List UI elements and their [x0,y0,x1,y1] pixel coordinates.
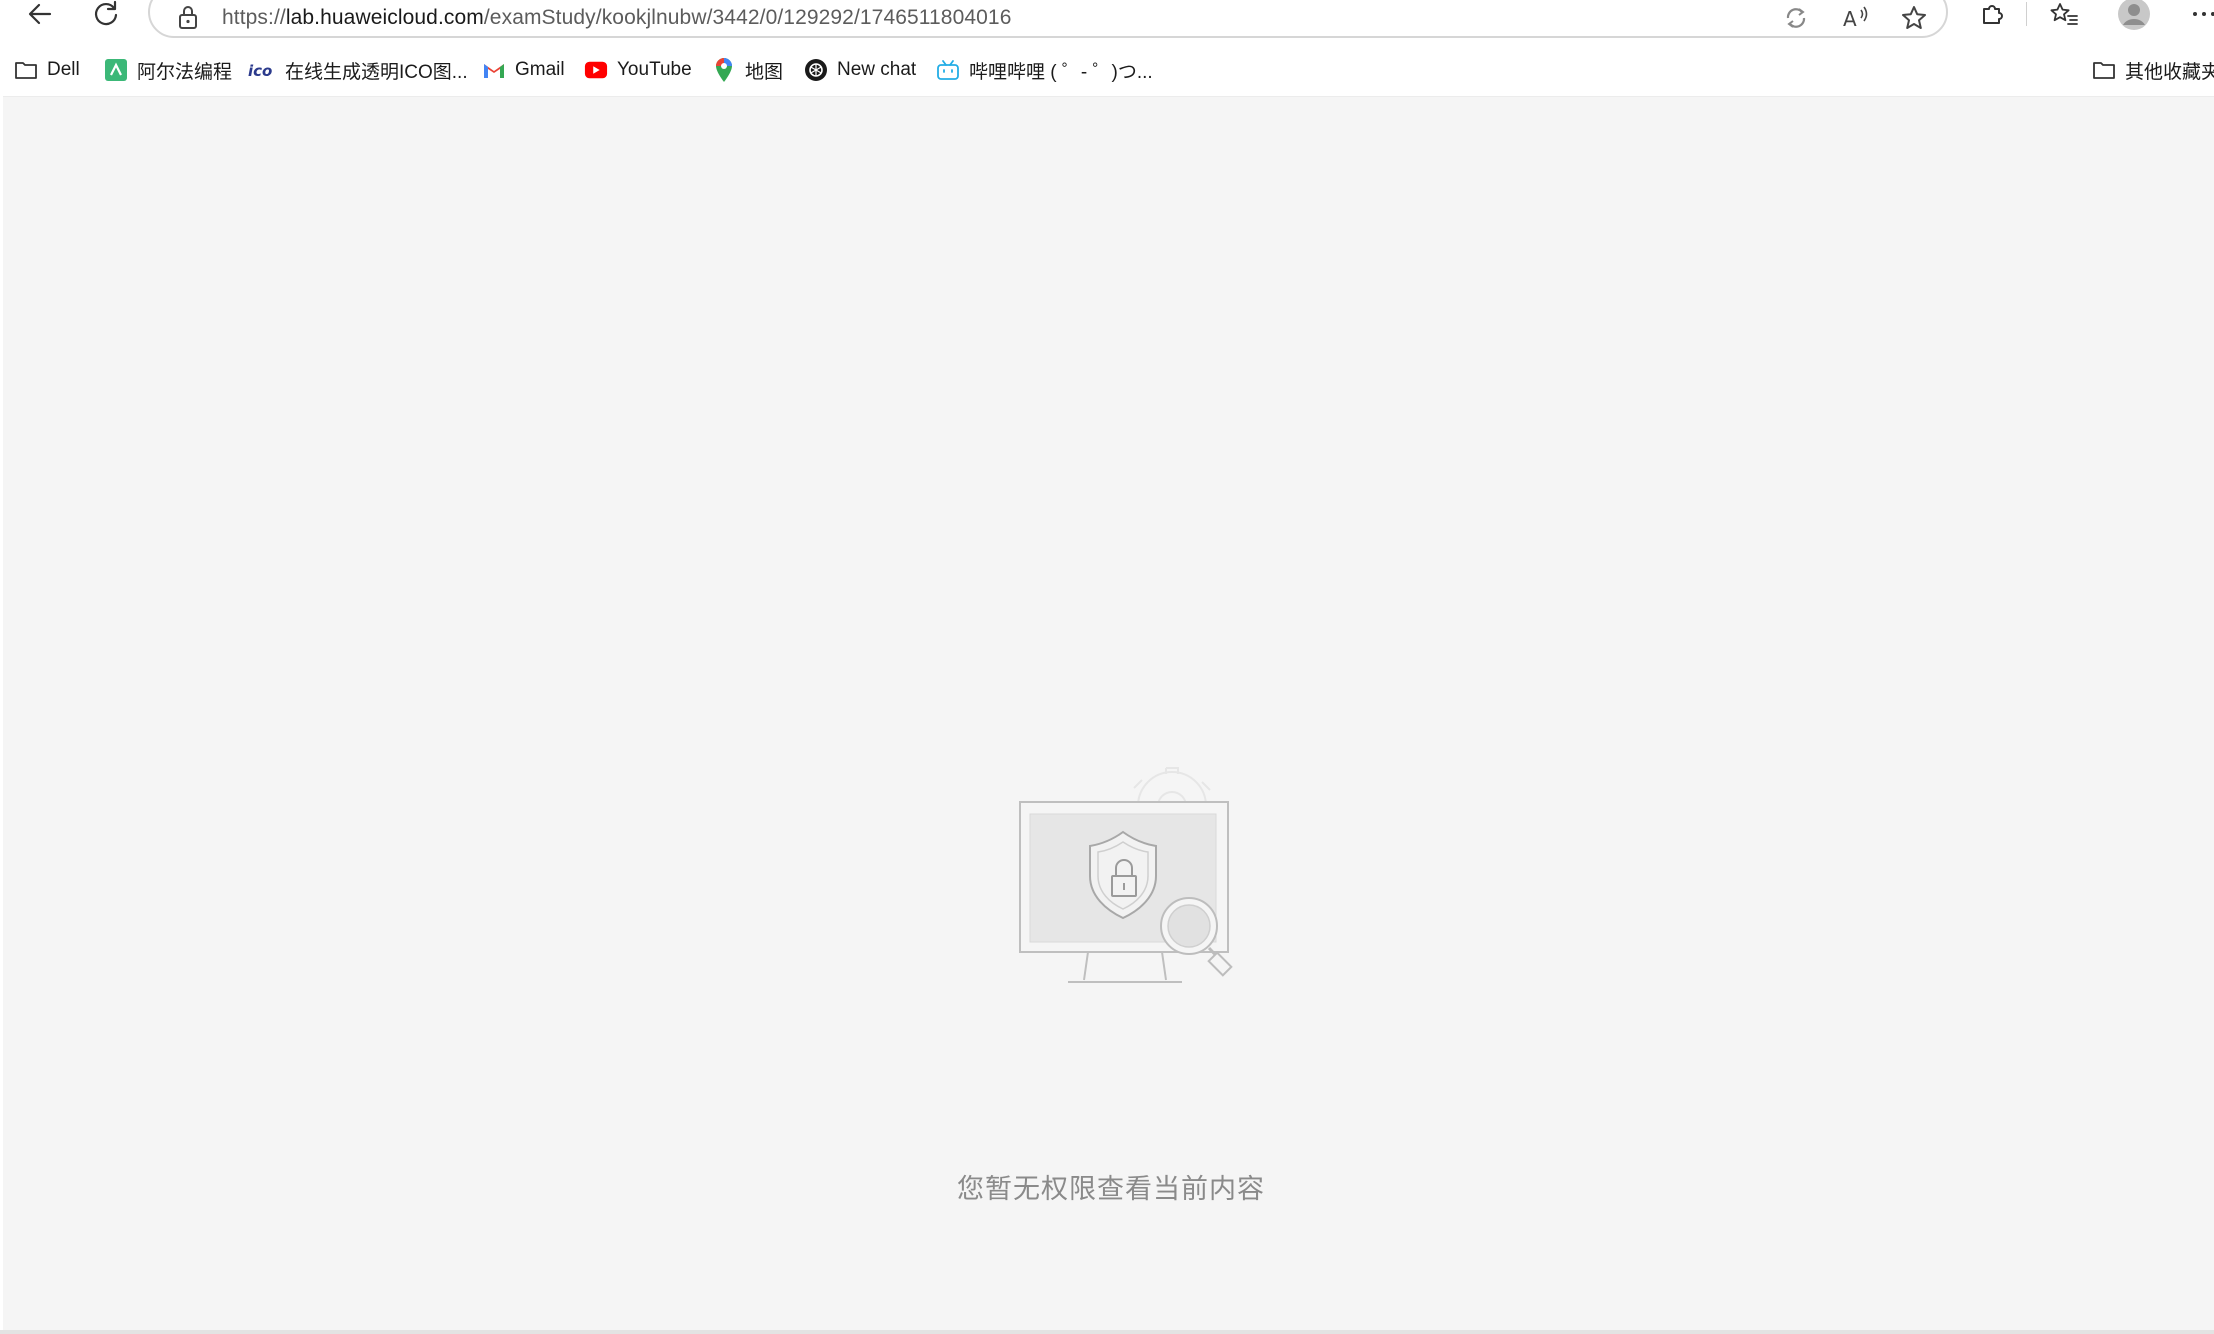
bookmark-label: YouTube [617,59,692,80]
no-permission-illustration [1016,758,1244,988]
empty-state-message: 您暂无权限查看当前内容 [957,1174,1265,1204]
page-content [3,96,2214,1331]
bookmark-label: New chat [837,59,917,80]
bookmark-dell[interactable]: Dell [14,52,80,88]
back-arrow-icon [28,3,52,25]
window-bottom-border [0,1330,2214,1334]
refresh-icon [94,0,118,26]
openai-icon [804,58,828,82]
svg-text:A: A [1843,7,1857,31]
toolbar-divider [2026,2,2027,26]
bookmark-label: Gmail [515,59,565,80]
youtube-icon [584,58,608,82]
bilibili-icon [936,58,960,82]
bookmark-bilibili[interactable]: 哔哩哔哩 ( ゜- ゜)つ... [936,52,1153,88]
star-icon[interactable] [1898,2,1930,34]
browser-toolbar: https://lab.huaweicloud.com/examStudy/ko… [0,0,2214,40]
immersive-reader-icon[interactable] [1780,2,1812,34]
profile-button[interactable] [2110,0,2158,34]
back-button[interactable] [16,0,64,34]
maps-pin-icon [712,58,736,82]
folder-icon [14,58,38,82]
bookmark-youtube[interactable]: YouTube [584,52,692,88]
url-host: lab.huaweicloud.com [285,6,484,29]
bookmarks-bar: Dell 阿尔法编程 ico 在线生成透明ICO图... Gmail YouTu… [0,52,2214,88]
read-aloud-icon[interactable]: A [1840,2,1872,34]
refresh-button[interactable] [82,0,130,34]
alpha-coding-icon [104,58,128,82]
url-path: /examStudy/kookjlnubw/3442/0/129292/1746… [483,6,1012,29]
bookmark-label: 阿尔法编程 [137,61,233,83]
bookmark-alpha-coding[interactable]: 阿尔法编程 [104,52,232,88]
folder-icon [2092,58,2116,82]
more-button[interactable] [2180,0,2214,34]
favorites-button[interactable] [2040,0,2088,34]
address-bar[interactable]: https://lab.huaweicloud.com/examStudy/ko… [148,0,1948,38]
url-scheme: https:// [222,6,286,29]
favorites-icon [2050,3,2078,25]
extensions-button[interactable] [1968,0,2016,34]
ico-icon: ico [248,58,276,82]
bookmark-label: 哔哩哔哩 ( ゜- ゜)つ... [969,61,1153,83]
bookmark-maps[interactable]: 地图 [712,52,783,88]
bookmark-label: 地图 [745,61,784,83]
bookmark-label: 在线生成透明ICO图... [285,61,468,83]
url-text[interactable]: https://lab.huaweicloud.com/examStudy/ko… [222,6,1011,30]
bookmark-new-chat[interactable]: New chat [804,52,916,88]
bookmark-label: 其他收藏夹 [2125,61,2214,83]
bookmark-other-favorites[interactable]: 其他收藏夹 [2092,52,2214,88]
bookmark-label: Dell [47,59,80,80]
gmail-icon [482,58,506,82]
profile-avatar-icon [2118,0,2150,30]
browser-window: https://lab.huaweicloud.com/examStudy/ko… [0,0,2214,1334]
bookmark-ico-generator[interactable]: ico 在线生成透明ICO图... [248,52,468,88]
bookmark-gmail[interactable]: Gmail [482,52,565,88]
lock-icon[interactable] [176,4,200,32]
extensions-icon [1983,5,2003,24]
svg-text:ico: ico [248,62,272,80]
more-icon [2193,12,2214,16]
